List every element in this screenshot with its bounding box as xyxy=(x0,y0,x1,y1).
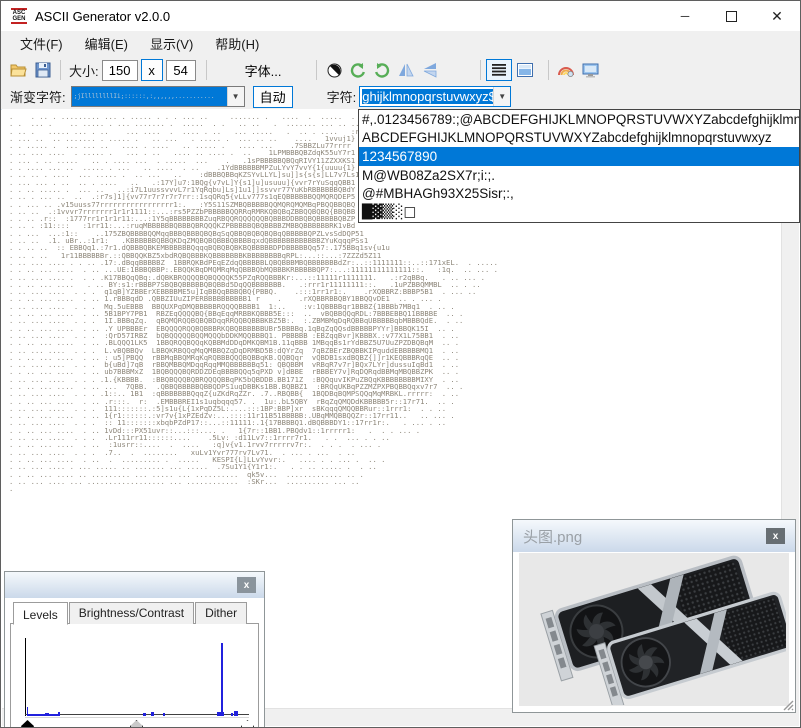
charset-value: ghijklmnopqrstuvwxyz$ xyxy=(360,87,494,106)
minimize-button[interactable]: ─ xyxy=(662,1,708,31)
menu-bar: 文件(F) 编辑(E) 显示(V) 帮助(H) xyxy=(1,31,800,56)
charset-combobox[interactable]: ghijklmnopqrstuvwxyz$ ▼ xyxy=(359,86,512,107)
image-view-button[interactable] xyxy=(512,59,538,81)
width-input[interactable]: 150 xyxy=(101,59,138,81)
histogram-bar xyxy=(234,711,238,716)
histogram-bar xyxy=(221,643,223,716)
midtone-handle[interactable] xyxy=(130,720,143,727)
text-view-button[interactable] xyxy=(486,59,513,81)
maximize-icon xyxy=(725,10,737,22)
image-panel-title: 头图.png xyxy=(523,528,583,546)
close-button[interactable]: ✕ xyxy=(754,1,800,31)
histogram-bar xyxy=(231,713,233,716)
histogram-bar xyxy=(143,713,146,716)
rotate-ccw-button[interactable] xyxy=(346,59,370,81)
highlight-handle[interactable] xyxy=(241,720,254,727)
full-screen-button[interactable] xyxy=(578,59,602,81)
maximize-button[interactable] xyxy=(708,1,754,31)
levels-tab-page xyxy=(10,623,259,727)
folder-open-icon xyxy=(10,64,27,77)
rotate-cw-icon xyxy=(375,63,390,78)
character-toolbar: 渐变字符: ;jIllllllllIi;::::::,:,,,,,,......… xyxy=(1,84,800,110)
image-view-icon xyxy=(517,63,534,77)
image-panel: 头图.png x xyxy=(512,519,796,713)
flip-vertical-button[interactable] xyxy=(418,59,442,81)
image-panel-titlebar[interactable]: 头图.png x xyxy=(513,520,795,552)
app-icon: ASC GEN xyxy=(11,8,27,24)
levels-panel-titlebar[interactable]: x xyxy=(5,572,264,598)
color-mode-button[interactable] xyxy=(554,59,578,81)
charset-option-0[interactable]: #,.0123456789:;@ABCDEFGHIJKLMNOPQRSTUVWX… xyxy=(359,110,799,129)
image-panel-close-button[interactable]: x xyxy=(766,528,785,544)
histogram-bar xyxy=(58,712,60,716)
gradient-chars-label: 渐变字符: xyxy=(10,90,66,105)
auto-button[interactable]: 自动 xyxy=(252,85,293,108)
tab-levels[interactable]: Levels xyxy=(13,602,68,625)
histogram-bar xyxy=(28,714,58,716)
invert-contrast-button[interactable] xyxy=(322,59,346,81)
gpu-image xyxy=(540,555,786,705)
levels-panel: x Levels Brightness/Contrast Dither xyxy=(4,571,265,727)
size-label: 大小: xyxy=(69,63,99,79)
gradient-chars-value: ;jIllllllllIi;::::::,:,,,,,,........... xyxy=(71,87,227,106)
charset-option-2[interactable]: 1234567890 xyxy=(359,147,799,166)
charset-option-3[interactable]: M@WB08Za2SX7r;i:;. xyxy=(359,166,799,185)
contrast-icon xyxy=(327,63,342,77)
image-preview xyxy=(519,553,789,706)
monitor-icon xyxy=(582,63,599,77)
open-file-button[interactable] xyxy=(7,59,31,81)
window-title: ASCII Generator v2.0.0 xyxy=(35,8,171,24)
histogram-bar xyxy=(163,713,165,716)
lock-ratio-button[interactable]: x xyxy=(140,59,163,81)
font-button[interactable]: 字体... xyxy=(236,58,291,82)
main-toolbar: 大小: 150 x 54 字体... xyxy=(1,56,800,84)
chevron-down-icon[interactable]: ▼ xyxy=(226,87,244,106)
levels-close-button[interactable]: x xyxy=(237,577,256,593)
height-input[interactable]: 54 xyxy=(165,59,196,81)
app-window: ASC GEN ASCII Generator v2.0.0 ─ ✕ 文件(F)… xyxy=(0,0,801,728)
flip-vertical-icon xyxy=(424,63,437,78)
levels-tabs: Levels Brightness/Contrast Dither xyxy=(13,602,264,625)
histogram-axis xyxy=(25,638,26,716)
charset-dropdown-list: #,.0123456789:;@ABCDEFGHIJKLMNOPQRSTUVWX… xyxy=(358,109,800,223)
charset-option-4[interactable]: @#MBHAGh93X25Sisr;:, xyxy=(359,184,799,203)
rotate-ccw-icon xyxy=(351,63,366,78)
menu-item-0[interactable]: 文件(F) xyxy=(9,31,74,56)
tab-brightness-contrast[interactable]: Brightness/Contrast xyxy=(68,602,195,624)
text-lines-icon xyxy=(492,64,507,76)
gradient-chars-combobox[interactable]: ;jIllllllllIi;::::::,:,,,,,,........... … xyxy=(70,86,245,107)
charset-option-5[interactable]: █▓▒░□ xyxy=(359,203,799,222)
save-button[interactable] xyxy=(31,59,55,81)
shadow-handle[interactable] xyxy=(21,720,34,727)
rainbow-icon xyxy=(558,66,575,77)
histogram-bar xyxy=(151,712,154,716)
menu-item-1[interactable]: 编辑(E) xyxy=(74,31,139,56)
flip-horizontal-button[interactable] xyxy=(394,59,418,81)
menu-item-2[interactable]: 显示(V) xyxy=(139,31,204,56)
chevron-down-icon[interactable]: ▼ xyxy=(493,87,511,106)
charset-option-1[interactable]: ABCDEFGHIJKLMNOPQRSTUVWXYZabcdefghijklmn… xyxy=(359,129,799,148)
histogram xyxy=(25,636,249,718)
rotate-cw-button[interactable] xyxy=(370,59,394,81)
title-bar[interactable]: ASC GEN ASCII Generator v2.0.0 ─ ✕ xyxy=(1,1,800,31)
charset-label: 字符: xyxy=(326,90,357,105)
levels-slider xyxy=(19,720,259,727)
resize-grip[interactable] xyxy=(781,698,794,711)
menu-item-3[interactable]: 帮助(H) xyxy=(204,31,270,56)
histogram-bar xyxy=(45,713,49,716)
tab-dither[interactable]: Dither xyxy=(195,602,248,624)
floppy-disk-icon xyxy=(35,62,51,78)
flip-horizontal-icon xyxy=(399,63,415,77)
